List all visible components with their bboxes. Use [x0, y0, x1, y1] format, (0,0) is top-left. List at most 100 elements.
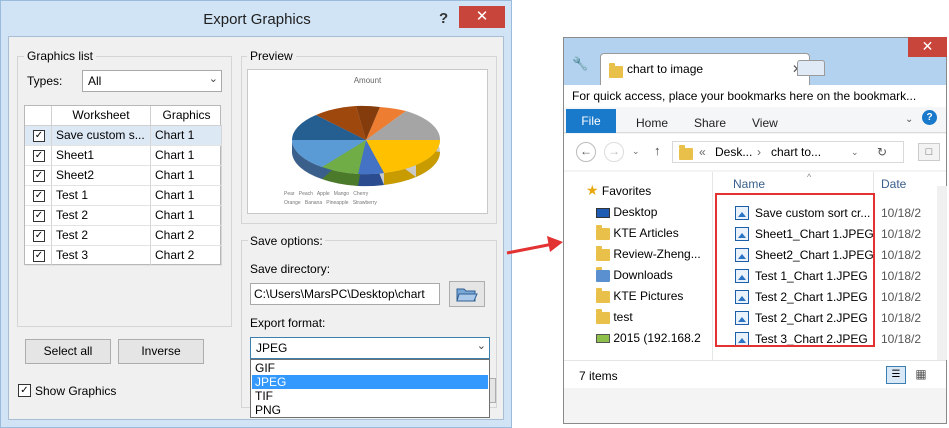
column-header-date[interactable]: Date — [881, 177, 906, 191]
row-worksheet: Test 2 — [52, 206, 151, 226]
preview-image: Amount Pear Peach Apple Mango Cherry Ora… — [247, 69, 488, 214]
status-bar: 7 items ☰ ▦ — [564, 360, 946, 388]
row-checkbox[interactable]: ✓ — [33, 230, 45, 242]
nav-item-downloads[interactable]: Downloads — [596, 266, 673, 284]
chevron-down-icon[interactable]: ⌄ — [851, 147, 859, 158]
format-option-tif[interactable]: TIF — [252, 389, 488, 403]
nav-item-favorites[interactable]: ★ Favorites — [586, 181, 651, 199]
bookmark-bar: For quick access, place your bookmarks h… — [564, 85, 946, 107]
breadcrumb-current[interactable]: chart to... — [771, 145, 821, 159]
scrollbar[interactable] — [937, 186, 947, 360]
nav-item-review[interactable]: Review-Zheng... — [596, 245, 701, 263]
up-button[interactable]: ↑ — [654, 143, 661, 158]
table-row[interactable]: ✓ Test 1 Chart 1 — [25, 186, 222, 206]
large-icons-view-icon[interactable]: ▦ — [911, 366, 931, 384]
refresh-icon[interactable]: ↻ — [877, 145, 887, 159]
types-label: Types: — [27, 74, 63, 88]
format-option-jpeg[interactable]: JPEG — [252, 375, 488, 389]
table-row[interactable]: ✓ Sheet1 Chart 1 — [25, 146, 222, 166]
table-row[interactable]: ✓ Test 3 Chart 2 — [25, 246, 222, 266]
format-option-gif[interactable]: GIF — [252, 361, 488, 375]
tab-file[interactable]: File — [566, 109, 616, 133]
highlight-box — [715, 193, 875, 347]
downloads-icon — [596, 266, 610, 282]
preview-legend: Preview — [247, 49, 296, 63]
row-graphics: Chart 1 — [151, 146, 222, 166]
row-worksheet: Test 2 — [52, 226, 151, 246]
nav-item-kte-articles[interactable]: KTE Articles — [596, 224, 679, 242]
graphics-list-legend: Graphics list — [24, 49, 97, 63]
details-view-icon[interactable]: ☰ — [886, 366, 906, 384]
row-graphics: Chart 1 — [151, 206, 222, 226]
wrench-icon[interactable]: 🔧 — [572, 56, 588, 72]
grid-header-worksheet: Worksheet — [52, 106, 151, 126]
nav-item-test[interactable]: test — [596, 308, 633, 326]
back-button[interactable]: ← — [576, 142, 596, 162]
row-worksheet: Test 1 — [52, 186, 151, 206]
row-checkbox[interactable]: ✓ — [33, 250, 45, 262]
types-value: All — [88, 74, 102, 88]
nav-item-kte-pictures[interactable]: KTE Pictures — [596, 287, 683, 305]
row-worksheet: Sheet2 — [52, 166, 151, 186]
browser-tab[interactable]: chart to image ✕ — [600, 53, 810, 85]
row-worksheet: Save custom s... — [52, 126, 151, 146]
help-button[interactable]: ? — [439, 10, 448, 27]
nav-item-network[interactable]: 2015 (192.168.2 — [596, 329, 701, 347]
item-count: 7 items — [579, 369, 618, 383]
help-icon[interactable]: ? — [922, 110, 937, 125]
table-row[interactable]: ✓ Test 2 Chart 2 — [25, 226, 222, 246]
chevron-down-icon[interactable]: ⌄ — [905, 114, 913, 125]
row-checkbox[interactable]: ✓ — [33, 170, 45, 182]
forward-button[interactable]: → — [604, 142, 624, 162]
folder-icon — [596, 287, 610, 303]
grid-header-check — [25, 106, 52, 126]
show-graphics-checkbox[interactable]: ✓ — [18, 384, 31, 397]
row-checkbox[interactable]: ✓ — [33, 210, 45, 222]
grid-header-graphics: Graphics — [151, 106, 222, 126]
tab-view[interactable]: View — [752, 116, 778, 130]
tab-home[interactable]: Home — [636, 116, 668, 130]
new-tab-button[interactable] — [797, 60, 825, 76]
breadcrumb-overflow[interactable]: « — [699, 145, 706, 159]
export-format-value: JPEG — [256, 341, 288, 355]
types-dropdown[interactable]: All ⌄ — [82, 70, 222, 92]
row-checkbox[interactable]: ✓ — [33, 190, 45, 202]
address-bar[interactable]: « Desk... › chart to... ⌄ ↻ — [672, 141, 904, 163]
folder-icon — [609, 63, 623, 78]
column-header-name[interactable]: Name — [733, 177, 765, 191]
network-drive-icon — [596, 334, 610, 344]
row-worksheet: Sheet1 — [52, 146, 151, 166]
select-all-button[interactable]: Select all — [25, 339, 111, 364]
row-checkbox[interactable]: ✓ — [33, 150, 45, 162]
navigation-pane: ★ Favorites Desktop KTE Articles Review-… — [564, 172, 712, 360]
save-options-legend: Save options: — [248, 234, 325, 248]
row-checkbox[interactable]: ✓ — [33, 130, 45, 142]
breadcrumb-separator: › — [757, 145, 761, 159]
row-graphics: Chart 1 — [151, 186, 222, 206]
inverse-button[interactable]: Inverse — [118, 339, 204, 364]
nav-item-desktop[interactable]: Desktop — [596, 203, 657, 221]
folder-icon — [596, 308, 610, 324]
folder-icon — [596, 224, 610, 240]
breadcrumb-desktop[interactable]: Desk... — [715, 145, 752, 159]
save-directory-input[interactable]: C:\Users\MarsPC\Desktop\chart — [250, 283, 440, 305]
explorer-close-button[interactable]: ✕ — [908, 37, 947, 57]
open-folder-icon — [456, 288, 478, 302]
folder-icon — [679, 145, 693, 160]
chevron-down-icon: ⌄ — [476, 340, 486, 352]
export-format-options: GIF JPEG TIF PNG — [250, 359, 490, 418]
desktop-icon — [596, 207, 610, 218]
close-button[interactable]: ✕ — [459, 6, 505, 28]
tab-share[interactable]: Share — [694, 116, 726, 130]
recent-chevron-icon[interactable]: ⌄ — [632, 146, 640, 157]
export-format-dropdown[interactable]: JPEG ⌄ — [250, 337, 490, 359]
table-row[interactable]: ✓ Test 2 Chart 1 — [25, 206, 222, 226]
table-row[interactable]: ✓ Sheet2 Chart 1 — [25, 166, 222, 186]
format-option-png[interactable]: PNG — [252, 403, 488, 417]
row-graphics: Chart 2 — [151, 246, 222, 266]
table-row[interactable]: ✓ Save custom s... Chart 1 — [25, 126, 222, 146]
browse-folder-button[interactable] — [449, 281, 485, 307]
graphics-grid: Worksheet Graphics ✓ Save custom s... Ch… — [24, 105, 222, 266]
sort-chevron-icon: ^ — [807, 172, 812, 182]
search-button[interactable]: □ — [918, 143, 940, 161]
